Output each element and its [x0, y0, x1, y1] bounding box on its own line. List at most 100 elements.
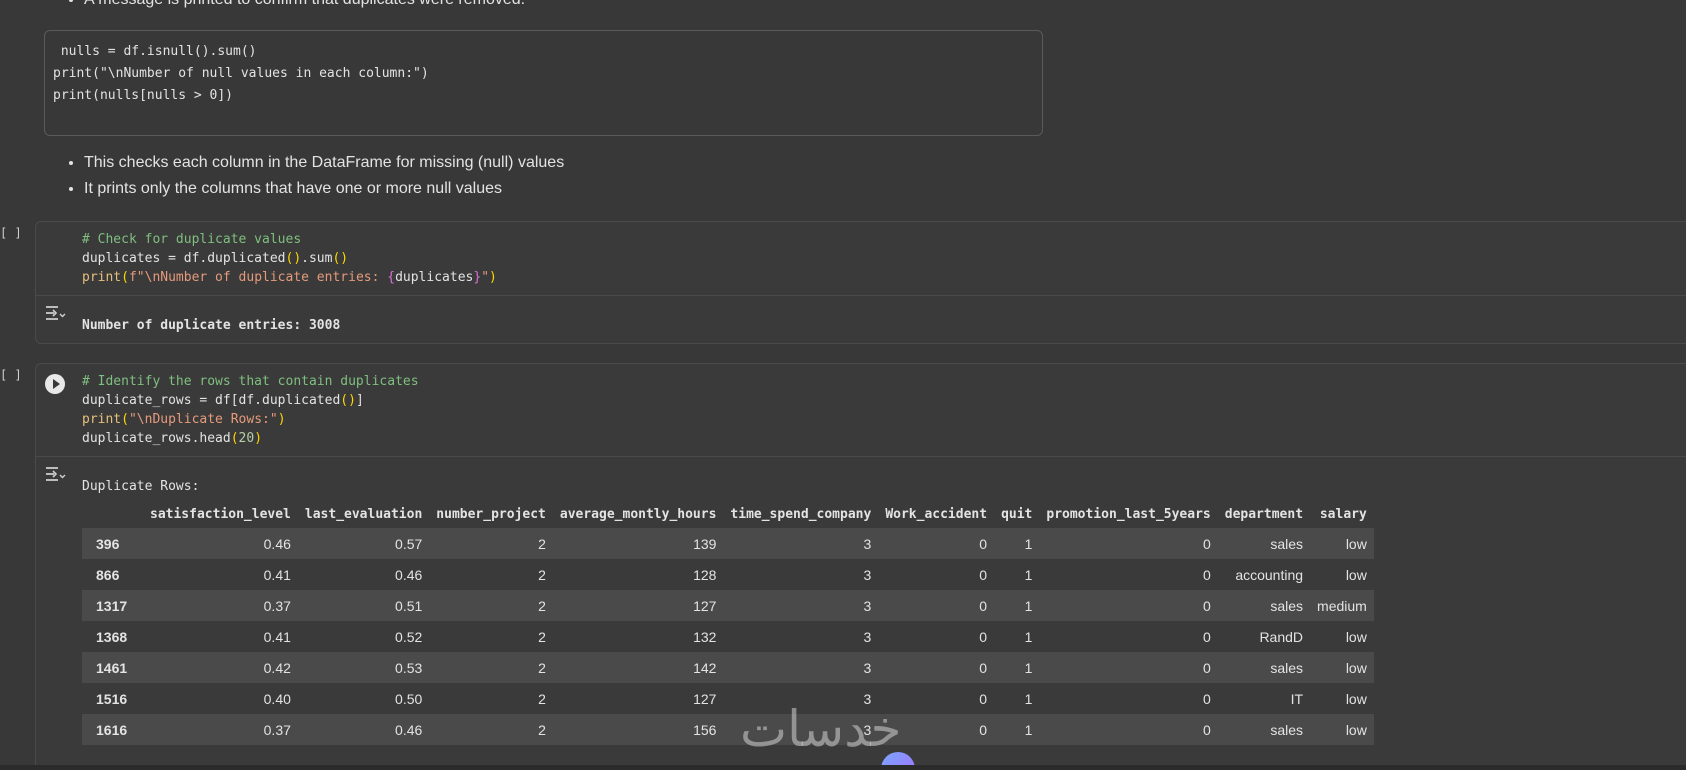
table-row: 1317 0.37 0.51 2 127 3 0 1 0 sales medium [82, 590, 1374, 621]
table-cell: sales [1270, 659, 1304, 676]
table-cell: IT [1290, 690, 1304, 707]
table-cell: 2 [538, 628, 546, 645]
table-cell: 1 [1024, 721, 1033, 738]
row-index: 1317 [96, 597, 128, 614]
table-cell: 0.53 [395, 659, 423, 676]
code-line: print(f"\nNumber of duplicate entries: {… [82, 270, 497, 285]
bullet-item: A message is printed to confirm that dup… [84, 0, 525, 13]
code-line: duplicate_rows = df[df.duplicated()] [82, 393, 364, 408]
table-cell: 0 [1202, 597, 1211, 614]
table-cell: low [1345, 690, 1367, 707]
table-cell: 0.42 [263, 659, 291, 676]
table-cell: 3 [863, 566, 872, 583]
table-cell: sales [1270, 597, 1304, 614]
column-header: quit [1001, 506, 1033, 522]
table-cell: 142 [693, 659, 717, 676]
row-index: 396 [96, 535, 120, 552]
code-line: print("\nDuplicate Rows:") [82, 412, 286, 427]
table-cell: sales [1270, 535, 1304, 552]
code-line: # Check for duplicate values [82, 232, 302, 247]
row-index: 866 [96, 566, 120, 583]
table-cell: 1 [1024, 628, 1033, 645]
table-cell: 3 [863, 597, 872, 614]
code-block-nulls[interactable]: nulls = df.isnull().sum() print("\nNumber… [44, 30, 1043, 136]
table-cell: 127 [693, 597, 717, 614]
code-line: nulls = df.isnull().sum() [53, 44, 257, 59]
table-cell: 2 [538, 721, 546, 738]
table-cell: 156 [693, 721, 717, 738]
code-line: duplicate_rows.head(20) [82, 431, 263, 446]
column-header: number_project [436, 506, 546, 522]
table-cell: 3 [863, 659, 872, 676]
column-header [82, 500, 143, 528]
column-header: satisfaction_level [150, 506, 291, 522]
table-cell: 2 [538, 659, 546, 676]
table-cell: 1 [1024, 690, 1033, 707]
notebook-page: A message is printed to confirm that dup… [0, 0, 1686, 770]
column-header: department [1224, 506, 1304, 522]
table-row: 1616 0.37 0.46 2 156 3 0 1 0 sales low [82, 714, 1374, 745]
output-toggle-icon[interactable] [44, 304, 66, 322]
table-cell: 1 [1024, 535, 1033, 552]
code-line: # Identify the rows that contain duplica… [82, 374, 419, 389]
table-cell: 1 [1024, 597, 1033, 614]
table-cell: 0 [1202, 721, 1211, 738]
column-header: last_evaluation [304, 506, 423, 522]
table-cell: 2 [538, 535, 546, 552]
table-cell: 0 [979, 659, 988, 676]
table-cell: 0 [979, 597, 988, 614]
table-cell: 0 [1202, 690, 1211, 707]
table-cell: 0.52 [395, 628, 423, 645]
bullet-item: This checks each column in the DataFrame… [84, 150, 564, 176]
table-cell: 128 [693, 566, 717, 583]
table-cell: 127 [693, 690, 717, 707]
execution-count: [ ] [0, 368, 22, 382]
table-cell: low [1345, 535, 1367, 552]
watermark-logo: خدسات [740, 700, 902, 758]
column-header: promotion_last_5years [1046, 506, 1211, 522]
bullet-item: It prints only the columns that have one… [84, 176, 564, 202]
table-cell: 2 [538, 690, 546, 707]
table-cell: low [1345, 628, 1367, 645]
table-row: 866 0.41 0.46 2 128 3 0 1 0 accounting low [82, 559, 1374, 590]
bottom-bar [0, 765, 1686, 770]
table-header-row: satisfaction_level last_evaluation numbe… [82, 500, 1374, 528]
table-cell: medium [1317, 597, 1367, 614]
table-cell: 0 [1202, 535, 1211, 552]
table-cell: 0 [1202, 659, 1211, 676]
cell-source[interactable]: # Identify the rows that contain duplica… [36, 364, 1686, 457]
table-cell: 1 [1024, 659, 1033, 676]
table-cell: 2 [538, 566, 546, 583]
table-cell: 0 [979, 566, 988, 583]
execution-count: [ ] [0, 226, 22, 240]
table-cell: RandD [1259, 628, 1304, 645]
run-cell-button[interactable] [45, 374, 65, 394]
table-cell: 0.41 [263, 566, 291, 583]
row-index: 1516 [96, 690, 128, 707]
table-cell: low [1345, 721, 1367, 738]
row-index: 1616 [96, 721, 128, 738]
code-cell-duplicates[interactable]: # Check for duplicate values duplicates =… [35, 221, 1686, 344]
table-cell: low [1345, 566, 1367, 583]
table-cell: 0.41 [263, 628, 291, 645]
table-cell: 0.51 [395, 597, 423, 614]
table-cell: 0 [1202, 566, 1211, 583]
table-cell: 139 [693, 535, 717, 552]
table-cell: 0.37 [263, 597, 291, 614]
table-row: 396 0.46 0.57 2 139 3 0 1 0 sales low [82, 528, 1374, 559]
row-index: 1368 [96, 628, 128, 645]
cell-source[interactable]: # Check for duplicate values duplicates =… [36, 222, 1686, 296]
table-cell: 132 [693, 628, 717, 645]
table-cell: accounting [1235, 566, 1304, 583]
table-cell: 2 [538, 597, 546, 614]
column-header: time_spend_company [730, 506, 872, 522]
table-cell: 3 [863, 535, 872, 552]
code-line: duplicates = df.duplicated().sum() [82, 251, 349, 266]
table-cell: 0 [1202, 628, 1211, 645]
table-cell: 0.40 [263, 690, 291, 707]
table-cell: low [1345, 659, 1367, 676]
table-cell: 0.46 [395, 566, 423, 583]
table-cell: 3 [863, 628, 872, 645]
output-toggle-icon[interactable] [44, 465, 66, 483]
code-line: print("\nNumber of null values in each c… [53, 66, 429, 81]
